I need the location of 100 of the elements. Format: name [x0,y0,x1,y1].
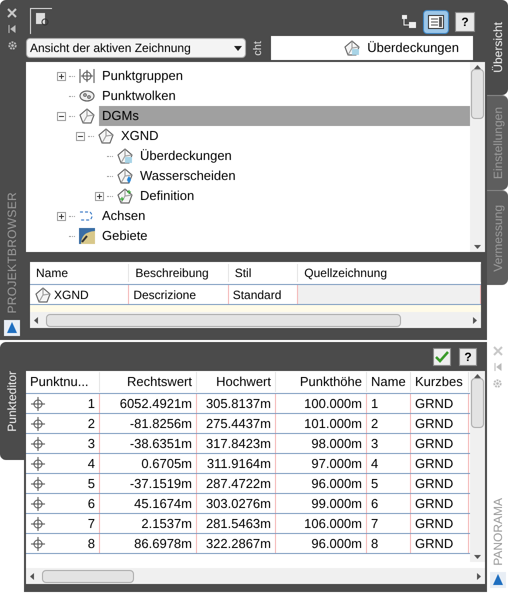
table-cell-text: GRND [415,434,454,453]
expand-toggle[interactable] [57,72,66,80]
tree-item[interactable]: Punktwolken [99,86,179,106]
tab-label: Punkteditor [4,370,20,432]
drawing-search-tab[interactable] [30,8,52,34]
tree-item[interactable]: XGND [118,126,162,146]
column-header[interactable]: Punktnu... [26,372,100,392]
point-icon [30,456,46,472]
column-header[interactable]: Punkthöhe [276,372,367,392]
table-cell-text: 0.6705m [141,454,192,473]
collapse-toggle[interactable] [76,132,85,140]
table-cell-text: XGND [54,286,89,304]
plus-icon [96,192,103,200]
table-cell-text: 96.000m [311,534,362,553]
table-cell-text: 97.000m [311,454,362,473]
table-cell-text: 8 [371,534,378,553]
table-cell-text: GRND [415,414,454,433]
help-button[interactable]: ? [459,348,477,366]
list-view-button[interactable] [423,10,449,34]
scroll-right-icon[interactable] [477,572,481,580]
table-cell-text: GRND [415,514,454,533]
pin-icon[interactable] [7,24,17,34]
scroll-down-icon[interactable] [474,245,481,249]
table-cell-text: 1 [371,394,378,413]
scroll-thumb[interactable] [42,570,134,582]
expand-toggle[interactable] [95,192,104,200]
table-cell-text: 322.2867m [206,534,271,553]
horizontal-scrollbar[interactable] [26,568,485,584]
tree-item: Überdeckungen [367,39,459,58]
table-cell-text: 96.000m [311,474,362,493]
column-header[interactable]: Stil [228,264,298,282]
hierarchy-icon[interactable] [401,14,417,30]
plus-icon [58,72,65,80]
tree-item[interactable]: Wasserscheiden [137,166,239,186]
vertical-scrollbar[interactable] [470,371,485,562]
surface-drop-icon [116,167,134,185]
logo-icon [490,572,506,588]
column-header[interactable]: Name [30,264,130,282]
tree-item[interactable]: DGMs [99,106,470,126]
scroll-thumb[interactable] [46,314,401,326]
horizontal-scrollbar[interactable] [30,312,481,328]
close-icon[interactable] [7,8,17,18]
point-icon [30,476,46,492]
table-cell-text: 8 [88,534,95,553]
table-cell-text: 287.4722m [206,474,271,493]
table-cell-text: 3 [88,434,95,453]
tree-item[interactable]: Überdeckungen [137,146,235,166]
surface-grid-icon [116,147,134,165]
table-cell-text: 7 [371,514,378,533]
table-cell-text: 6 [371,494,378,513]
table-cell-text: 4 [88,454,95,473]
table-cell-text: 1 [88,394,95,413]
table-cell-text: -81.8256m [130,414,192,433]
tab-label: cht [251,40,265,56]
tree-item[interactable]: Gebiete [99,226,151,246]
tree-item[interactable]: Achsen [99,206,148,226]
side-tab[interactable]: Punkteditor [0,342,24,460]
target-icon [78,67,96,85]
table-cell-text: 3 [371,434,378,453]
table-cell-text: 86.6978m [134,534,192,553]
scroll-left-icon[interactable] [30,572,34,580]
column-header[interactable]: Name [367,372,411,392]
point-icon [30,436,46,452]
drawing-search-icon [34,12,48,26]
surface-icon [97,127,115,145]
scroll-thumb[interactable] [471,378,484,428]
expand-toggle[interactable] [57,212,66,220]
column-header[interactable]: Hochwert [197,372,276,392]
table-cell-text: -37.1519m [130,474,192,493]
column-header[interactable]: Rechtswert [100,372,197,392]
tree-item[interactable]: Definition [137,186,198,206]
scroll-left-icon[interactable] [34,316,38,324]
point-icon [30,416,46,432]
help-button[interactable]: ? [455,12,475,32]
table-cell-text: 45.1674m [134,494,192,513]
scroll-right-icon[interactable] [473,316,477,324]
column-header[interactable]: Beschreibung [129,264,229,282]
panel-title: PANORAMA [490,498,506,566]
view-dropdown[interactable]: Ansicht der aktiven Zeichnung [26,38,246,58]
column-header[interactable]: Quellzeichnung [298,264,481,282]
table-cell-text: 6052.4921m [120,394,192,413]
table-cell-text: 100.000m [304,394,362,413]
settings-icon[interactable] [6,40,18,51]
table-cell-text: 281.5463m [206,514,271,533]
table-cell-text: 6 [88,494,95,513]
collapse-toggle[interactable] [57,112,66,120]
table-cell-text: 5 [371,474,378,493]
scroll-thumb[interactable] [471,69,484,119]
tree-item[interactable]: Punktgruppen [99,66,186,86]
column-header[interactable]: Kurzbes [411,372,469,392]
caret-icon [234,46,242,50]
vertical-scrollbar[interactable] [470,62,485,252]
table-cell-text: 275.4437m [206,414,271,433]
table-cell-text: 2 [88,414,95,433]
apply-button[interactable] [433,348,451,366]
table-cell-text: GRND [415,494,454,513]
scroll-down-icon[interactable] [474,555,481,559]
table-cell-text: 311.9164m [206,454,271,473]
surface-icon [78,107,96,125]
surface-icon [34,286,52,304]
